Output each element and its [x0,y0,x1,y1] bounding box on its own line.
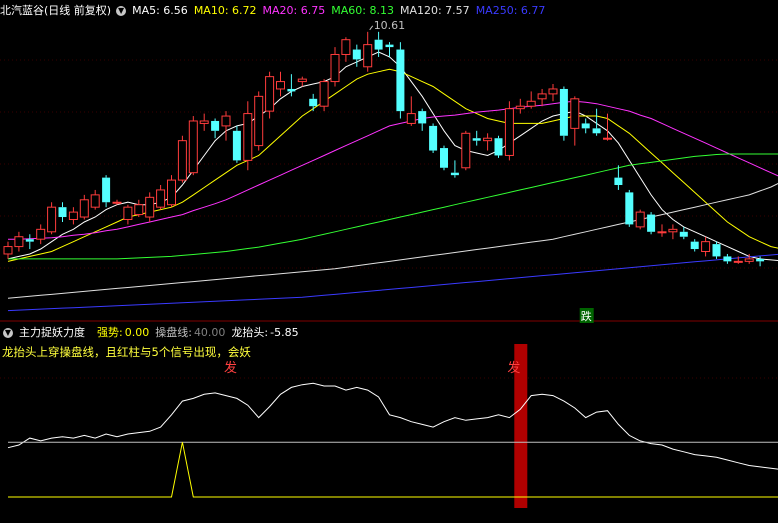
candle-up [701,241,711,253]
candle-up [363,44,373,68]
indicator-signal-label: 发 [507,360,520,376]
candle-down [211,120,220,131]
candle-up [243,113,253,161]
candle-up [515,105,525,110]
indicator-line-强势 [8,442,778,498]
candle-up [14,236,24,248]
candle-up [79,199,89,218]
candle-up [504,108,514,156]
ma-line-ma250 [7,253,778,312]
stock-chart[interactable]: 10.61 跌发 发 [0,0,778,523]
signal-label: 跌 [581,309,592,323]
candle-up [36,228,46,240]
candle-down [450,172,459,176]
high-marker-pointer [369,25,374,31]
candle-down [287,88,296,92]
candle-up [668,228,678,233]
candle-down [396,49,405,112]
candle-up [221,115,231,127]
ma-line-ma60 [8,153,778,260]
candle-up [68,211,78,220]
indicator-signal-label: 发 [224,360,237,376]
candle-up [319,81,329,107]
candle-up [167,179,176,206]
candle-up [733,260,743,263]
candle-up [406,113,416,124]
candle-down [723,256,732,262]
candle-down [756,258,765,262]
candle-up [744,258,754,262]
candle-up [90,194,100,208]
candle-up [330,53,340,83]
candle-down [494,138,503,156]
candle-up [483,137,493,142]
candle-down [440,148,448,168]
candle-down [472,138,481,141]
ma-line-ma120 [7,182,778,299]
candle-down [690,241,699,250]
candle-up [112,201,122,204]
candle-down [614,177,623,186]
candle-up [123,206,133,220]
candle-up [526,100,536,107]
candle-down [712,244,721,257]
candle-down [232,130,241,161]
candle-up [570,98,580,129]
candle-up [657,231,667,234]
candle-up [461,132,471,169]
candle-up [156,189,166,208]
candle-up [635,211,645,228]
candle-down [102,177,111,203]
candle-up [548,88,558,95]
candle-down [25,239,34,242]
candle-down [385,44,394,48]
candle-up [3,246,13,255]
candle-down [352,49,361,60]
candle-up [188,120,198,174]
candle-up [199,120,209,124]
candle-up [265,76,275,112]
candle-down [429,125,438,151]
candle-down [374,39,383,50]
candle-down [309,98,318,107]
candle-up [341,39,351,55]
candle-up [47,206,57,233]
candle-up [254,95,264,147]
indicator-line-龙抬头 [7,382,778,470]
high-marker-label: 10.61 [374,19,406,32]
candle-up [537,93,547,100]
candle-down [625,192,634,225]
candle-up [276,81,285,90]
candle-down [679,231,688,237]
candle-up [145,196,155,218]
candle-down [418,111,427,124]
candle-up [603,137,612,140]
candle-down [559,88,568,136]
candle-down [58,207,67,218]
candle-up [177,140,187,181]
candle-down [647,214,656,232]
candle-up [297,78,307,83]
candle-down [592,128,601,134]
candle-down [581,123,590,129]
candle-up [134,204,144,216]
